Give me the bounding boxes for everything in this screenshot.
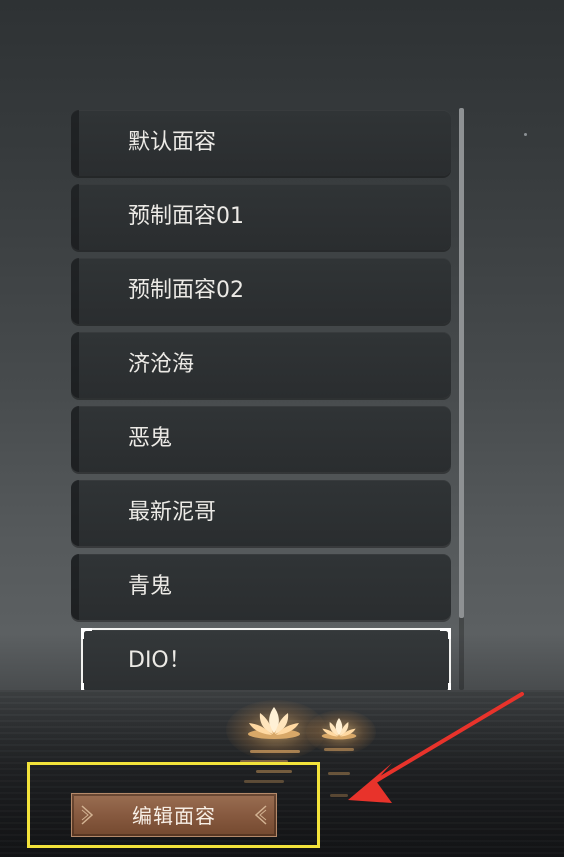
- face-list-panel: 默认面容 预制面容01 预制面容02 济沧海 恶鬼 最新泥哥 青鬼 DIO！: [71, 108, 464, 690]
- face-item-qinggui[interactable]: 青鬼: [71, 554, 451, 620]
- face-item-jicanghai[interactable]: 济沧海: [71, 332, 451, 398]
- lantern-reflection: [324, 748, 354, 751]
- face-item-label: DIO！: [128, 648, 191, 673]
- lotus-lantern-icon: [321, 718, 357, 740]
- face-item-preset-01[interactable]: 预制面容01: [71, 184, 451, 250]
- lantern-reflection: [330, 794, 348, 797]
- selection-corner: [81, 683, 92, 690]
- face-item-zuixin-nige[interactable]: 最新泥哥: [71, 480, 451, 546]
- face-item-label: 青鬼: [128, 574, 173, 599]
- annotation-highlight-box: [27, 762, 320, 848]
- face-item-dio-selected[interactable]: DIO！: [81, 628, 451, 690]
- face-item-label: 济沧海: [128, 352, 195, 377]
- face-list[interactable]: 默认面容 预制面容01 预制面容02 济沧海 恶鬼 最新泥哥 青鬼 DIO！: [71, 108, 453, 690]
- face-item-label: 最新泥哥: [128, 500, 217, 525]
- face-item-label: 预制面容01: [128, 204, 244, 229]
- face-item-label: 预制面容02: [128, 278, 244, 303]
- lantern-reflection: [250, 750, 300, 753]
- lotus-lantern-icon: [248, 707, 300, 739]
- face-list-scrollbar[interactable]: [459, 108, 464, 690]
- lantern-reflection: [328, 772, 350, 775]
- dust-mote: [524, 133, 527, 136]
- selection-corner: [440, 683, 451, 690]
- selection-corner: [81, 628, 92, 639]
- game-screen: 默认面容 预制面容01 预制面容02 济沧海 恶鬼 最新泥哥 青鬼 DIO！ 编…: [0, 0, 564, 857]
- face-item-preset-02[interactable]: 预制面容02: [71, 258, 451, 324]
- face-item-label: 恶鬼: [128, 426, 173, 451]
- face-item-label: 默认面容: [128, 130, 217, 155]
- selection-corner: [440, 628, 451, 639]
- face-item-default[interactable]: 默认面容: [71, 110, 451, 176]
- scrollbar-thumb[interactable]: [459, 108, 464, 618]
- face-item-egui[interactable]: 恶鬼: [71, 406, 451, 472]
